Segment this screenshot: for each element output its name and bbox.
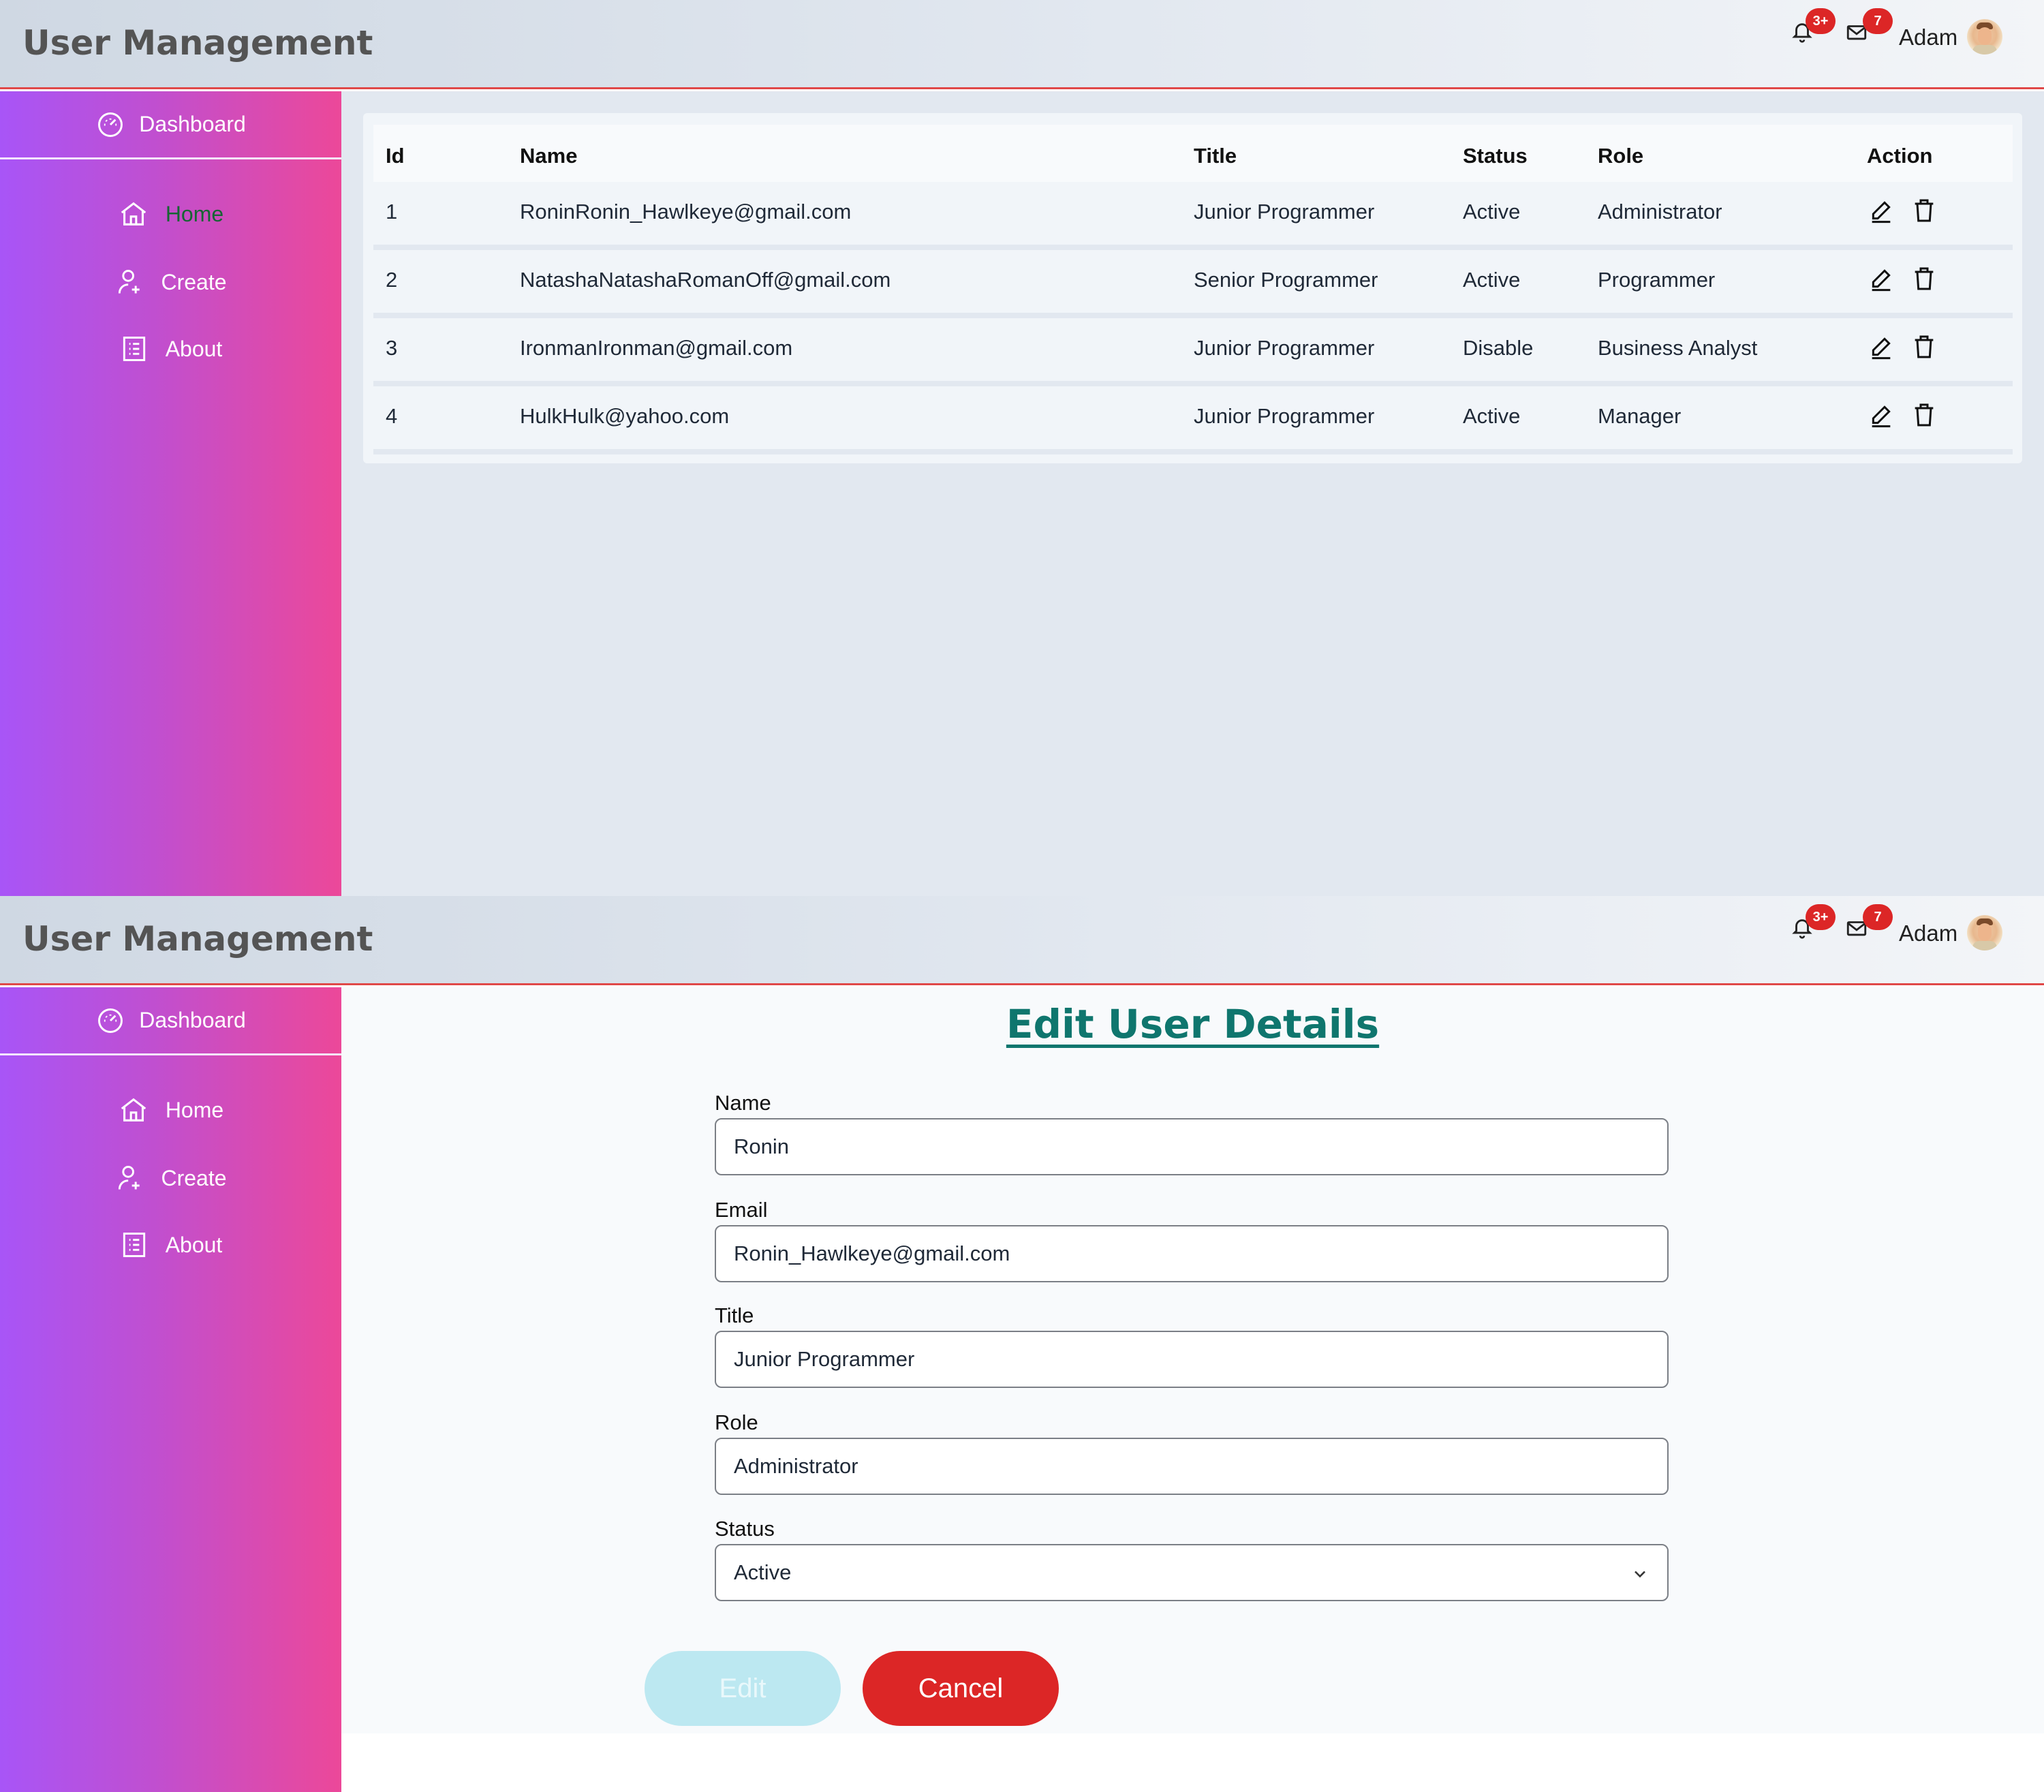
home-icon — [118, 1094, 149, 1126]
cell-title: Junior Programmer — [1194, 404, 1375, 428]
table-header: Id Name Title Status Role Action — [373, 125, 2013, 182]
sidebar-item-dashboard[interactable]: Dashboard — [0, 91, 341, 159]
cell-name: HulkHulk@yahoo.com — [520, 404, 730, 428]
column-header-name: Name — [520, 144, 578, 168]
sidebar: Dashboard Home Create About — [0, 91, 341, 896]
cell-status: Active — [1463, 268, 1521, 292]
role-label: Role — [715, 1410, 758, 1434]
chevron-down-icon — [1630, 1564, 1650, 1584]
edit-user-screen: User Management 3+ 7 Adam Dashboard Home — [0, 896, 2044, 1792]
edit-icon[interactable] — [1868, 333, 1895, 360]
cell-role: Programmer — [1598, 268, 1716, 292]
home-icon — [118, 198, 149, 230]
cell-id: 1 — [386, 200, 398, 223]
cell-role: Manager — [1598, 404, 1682, 428]
status-select[interactable]: Active — [715, 1544, 1669, 1601]
cell-name: IronmanIronman@gmail.com — [520, 336, 793, 360]
table-row: 3 IronmanIronman@gmail.com Junior Progra… — [373, 318, 2013, 386]
notification-badge: 3+ — [1806, 8, 1836, 34]
cell-title: Junior Programmer — [1194, 336, 1375, 360]
user-name[interactable]: Adam — [1899, 921, 1957, 946]
notification-badge: 3+ — [1806, 904, 1836, 930]
list-icon — [119, 334, 149, 364]
edit-icon[interactable] — [1868, 197, 1895, 224]
sidebar-item-label: Home — [165, 1097, 224, 1122]
column-header-role: Role — [1598, 144, 1644, 168]
dashboard-icon — [95, 110, 125, 140]
cell-status: Active — [1463, 200, 1521, 223]
app-header: User Management 3+ 7 Adam — [0, 896, 2044, 985]
cell-title: Senior Programmer — [1194, 268, 1378, 292]
sidebar-item-label: Create — [161, 269, 227, 294]
edit-icon[interactable] — [1868, 265, 1895, 292]
sidebar-item-create[interactable]: Create — [0, 262, 341, 303]
cell-id: 3 — [386, 336, 398, 360]
cell-status: Disable — [1463, 336, 1534, 360]
avatar[interactable] — [1967, 19, 2002, 55]
trash-icon[interactable] — [1910, 197, 1938, 224]
sidebar: Dashboard Home Create About — [0, 987, 341, 1792]
cell-status: Active — [1463, 404, 1521, 428]
sidebar-item-home[interactable]: Home — [0, 1090, 341, 1130]
table-row: 2 NatashaNatashaRomanOff@gmail.com Senio… — [373, 250, 2013, 318]
app-title: User Management — [22, 919, 373, 959]
app-title: User Management — [22, 23, 373, 63]
table-row: 1 RoninRonin_Hawlkeye@gmail.com Junior P… — [373, 182, 2013, 250]
list-icon — [119, 1230, 149, 1260]
cell-id: 2 — [386, 268, 398, 292]
sidebar-item-dashboard[interactable]: Dashboard — [0, 987, 341, 1055]
table-row: 4 HulkHulk@yahoo.com Junior Programmer A… — [373, 386, 2013, 454]
email-field[interactable] — [715, 1225, 1669, 1282]
email-label: Email — [715, 1198, 768, 1222]
sidebar-item-create[interactable]: Create — [0, 1158, 341, 1199]
cell-name: RoninRonin_Hawlkeye@gmail.com — [520, 200, 852, 223]
form-title: Edit User Details — [1006, 1001, 1380, 1047]
sidebar-item-label: Home — [165, 201, 224, 226]
sidebar-item-label: About — [165, 1232, 223, 1257]
name-field[interactable] — [715, 1118, 1669, 1175]
cell-role: Business Analyst — [1598, 336, 1758, 360]
dashboard-icon — [95, 1006, 125, 1036]
cancel-button[interactable]: Cancel — [863, 1651, 1059, 1726]
name-label: Name — [715, 1091, 771, 1115]
sidebar-item-home[interactable]: Home — [0, 194, 341, 234]
trash-icon[interactable] — [1910, 401, 1938, 429]
title-field[interactable] — [715, 1331, 1669, 1388]
status-label: Status — [715, 1517, 775, 1541]
column-header-status: Status — [1463, 144, 1528, 168]
edit-form: Edit User Details Name Email Title Role … — [341, 987, 2044, 1733]
user-list-screen: User Management 3+ 7 Adam Dashboard Home — [0, 0, 2044, 896]
app-header: User Management 3+ 7 Adam — [0, 0, 2044, 89]
column-header-id: Id — [386, 144, 405, 168]
user-add-icon — [114, 267, 144, 297]
users-table: Id Name Title Status Role Action 1 Ronin… — [363, 113, 2022, 463]
column-header-action: Action — [1867, 144, 1933, 168]
user-add-icon — [114, 1163, 144, 1193]
trash-icon[interactable] — [1910, 333, 1938, 360]
edit-icon[interactable] — [1868, 401, 1895, 429]
sidebar-item-label: Create — [161, 1165, 227, 1190]
column-header-title: Title — [1194, 144, 1237, 168]
role-field[interactable] — [715, 1438, 1669, 1495]
main-content: Id Name Title Status Role Action 1 Ronin… — [341, 91, 2044, 896]
sidebar-dashboard-label: Dashboard — [139, 112, 246, 136]
mail-badge: 7 — [1863, 904, 1893, 930]
cell-name: NatashaNatashaRomanOff@gmail.com — [520, 268, 891, 292]
sidebar-item-about[interactable]: About — [0, 328, 341, 369]
sidebar-item-label: About — [165, 336, 223, 361]
mail-badge: 7 — [1863, 8, 1893, 34]
sidebar-dashboard-label: Dashboard — [139, 1008, 246, 1032]
cell-role: Administrator — [1598, 200, 1722, 223]
avatar[interactable] — [1967, 915, 2002, 951]
title-label: Title — [715, 1303, 754, 1327]
user-name[interactable]: Adam — [1899, 25, 1957, 50]
trash-icon[interactable] — [1910, 265, 1938, 292]
cell-id: 4 — [386, 404, 398, 428]
status-select-value: Active — [734, 1560, 792, 1584]
cell-title: Junior Programmer — [1194, 200, 1375, 223]
sidebar-item-about[interactable]: About — [0, 1224, 341, 1265]
edit-button[interactable]: Edit — [645, 1651, 841, 1726]
